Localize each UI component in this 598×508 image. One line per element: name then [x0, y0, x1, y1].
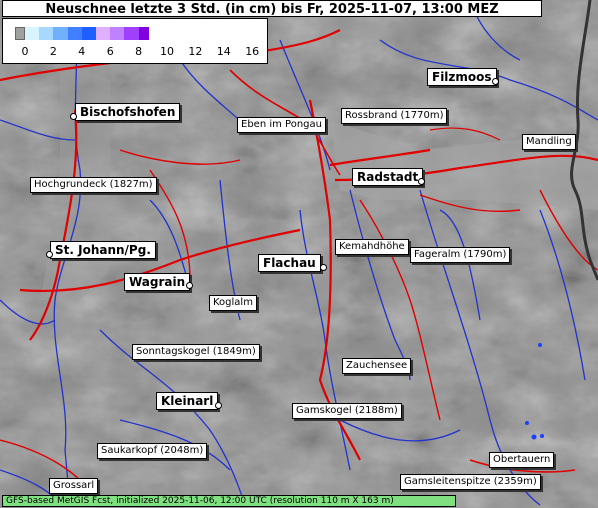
legend-color-cell: [110, 27, 125, 40]
legend-color-cell: [67, 27, 82, 40]
town-label-st-johann: St. Johann/Pg.: [50, 241, 156, 259]
place-label-saukarkopf: Saukarkopf (2048m): [97, 443, 208, 459]
legend-color-cell: [138, 27, 149, 40]
legend-tick-label: 16: [245, 45, 260, 58]
town-marker: [46, 251, 53, 258]
place-label-obertauern: Obertauern: [489, 452, 555, 468]
legend-color-cell: [124, 27, 139, 40]
town-label-bischofshofen: Bischofshofen: [75, 103, 181, 121]
town-label-flachau: Flachau: [258, 254, 321, 272]
place-label-gamsleitenspitze: Gamsleitenspitze (2359m): [400, 474, 541, 490]
legend-color-cell: [53, 27, 68, 40]
place-label-koglalm: Koglalm: [209, 295, 257, 311]
place-label-hochgrundeck: Hochgrundeck (1827m): [30, 177, 157, 193]
town-label-filzmoos: Filzmoos: [427, 68, 497, 86]
legend-tick-label: 0: [21, 45, 29, 58]
place-label-zauchensee: Zauchensee: [342, 358, 412, 374]
town-marker: [418, 178, 425, 185]
place-label-kemahdhoehe: Kemahdhöhe: [335, 239, 409, 255]
map-title: Neuschnee letzte 3 Std. (in cm) bis Fr, …: [2, 0, 542, 17]
place-label-mandling: Mandling: [522, 134, 576, 150]
legend-tick-label: 10: [160, 45, 174, 58]
place-label-grossarl: Grossarl: [49, 478, 99, 494]
place-label-sonntagskogel: Sonntagskogel (1849m): [132, 344, 260, 360]
legend-tick-label: 12: [188, 45, 203, 58]
town-marker: [215, 402, 222, 409]
legend-tick-label: 4: [78, 45, 86, 58]
legend-color-cell: [96, 27, 111, 40]
town-label-wagrain: Wagrain: [124, 273, 191, 291]
town-label-radstadt: Radstadt: [352, 168, 424, 186]
place-label-fageralm: Fageralm (1790m): [410, 247, 511, 263]
town-label-kleinarl: Kleinarl: [156, 392, 219, 410]
legend-color-cell: [39, 27, 54, 40]
place-label-eben: Eben im Pongau: [237, 117, 326, 133]
forecast-info-footer: GFS-based MetGIS Fcst, initialized 2025-…: [2, 495, 456, 507]
snow-spot: [540, 434, 544, 438]
place-label-gamskogel: Gamskogel (2188m): [292, 403, 402, 419]
legend-tick-label: 2: [49, 45, 57, 58]
town-marker: [320, 264, 327, 271]
snow-spot: [531, 434, 537, 440]
snow-spot: [525, 421, 529, 425]
town-marker: [70, 113, 77, 120]
snow-spot: [538, 343, 542, 347]
town-marker: [186, 282, 193, 289]
place-label-rossbrand: Rossbrand (1770m): [341, 108, 448, 124]
legend-tick-label: 14: [216, 45, 231, 58]
legend-color-cell: [25, 27, 40, 40]
legend-tick-label: 8: [135, 45, 143, 58]
legend: 0 2 4 6 8 10 12 14 16: [2, 18, 268, 64]
legend-color-cell: [15, 27, 25, 40]
town-marker: [492, 78, 499, 85]
legend-tick-label: 6: [106, 45, 114, 58]
legend-color-cell: [81, 27, 96, 40]
